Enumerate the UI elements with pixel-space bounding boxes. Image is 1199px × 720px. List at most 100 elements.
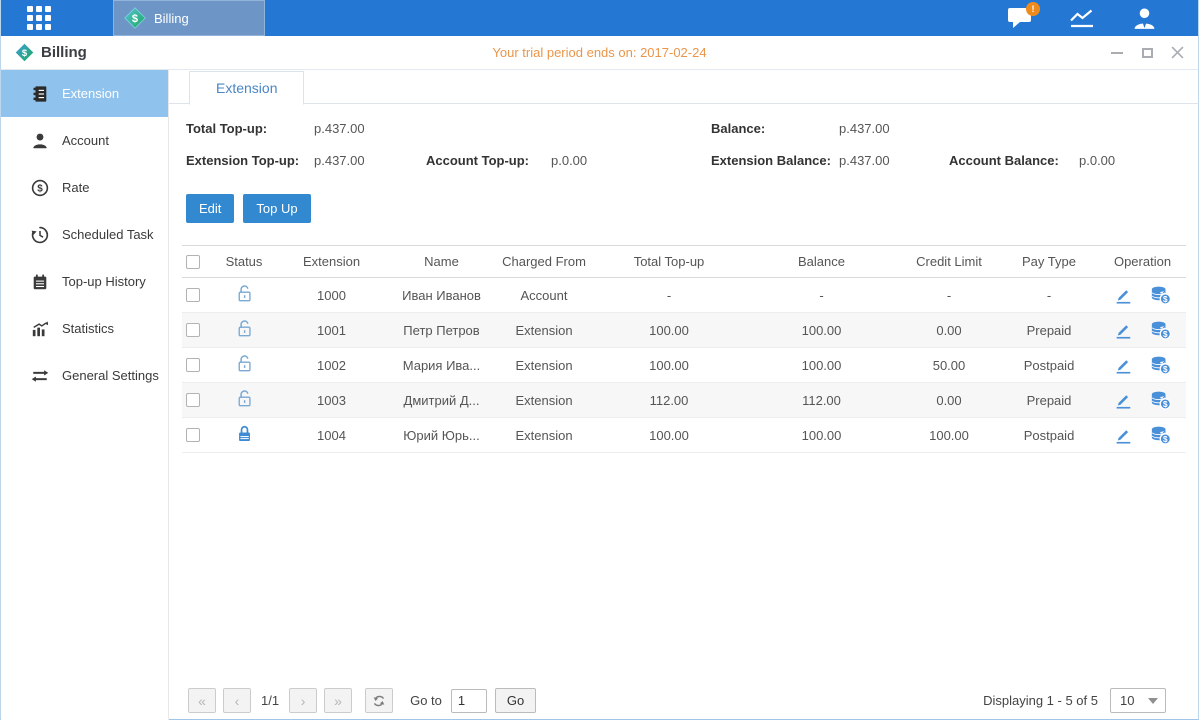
messages-icon[interactable]: ! bbox=[1006, 5, 1034, 31]
sidebar-item-general-settings[interactable]: General Settings bbox=[1, 352, 168, 399]
svg-text:$: $ bbox=[1163, 400, 1168, 409]
cell-pay-type: Postpaid bbox=[999, 358, 1099, 373]
operation-cell: $ bbox=[1099, 320, 1186, 340]
page-indicator: 1/1 bbox=[261, 693, 279, 708]
status-cell bbox=[214, 284, 274, 306]
locked-icon bbox=[236, 424, 253, 443]
window-title: Billing bbox=[41, 44, 87, 61]
cell-pay-type: Prepaid bbox=[999, 393, 1099, 408]
taskbar-right-icons: ! bbox=[1006, 0, 1158, 36]
row-checkbox[interactable] bbox=[186, 323, 200, 337]
row-checkbox[interactable] bbox=[186, 358, 200, 372]
topup-row-button[interactable]: $ bbox=[1149, 425, 1172, 445]
svg-text:$: $ bbox=[1163, 330, 1168, 339]
select-all-checkbox[interactable] bbox=[186, 255, 200, 269]
taskbar-billing-tab[interactable]: $ Billing bbox=[113, 0, 265, 36]
sidebar-item-label: Rate bbox=[62, 180, 89, 195]
balance-label: Balance: bbox=[711, 121, 839, 136]
cell-total-topup: - bbox=[594, 288, 744, 303]
page-size-select[interactable]: 10 bbox=[1110, 688, 1166, 713]
unlocked-icon bbox=[236, 284, 253, 303]
go-button[interactable]: Go bbox=[495, 688, 536, 713]
table-row[interactable]: 1003Дмитрий Д...Extension112.00112.000.0… bbox=[182, 383, 1186, 418]
sidebar-item-label: Statistics bbox=[62, 321, 114, 336]
sidebar-item-account[interactable]: Account bbox=[1, 117, 168, 164]
table-row[interactable]: 1000Иван ИвановAccount----$ bbox=[182, 278, 1186, 313]
cell-charged-from: Account bbox=[494, 288, 594, 303]
topup-row-button[interactable]: $ bbox=[1149, 355, 1172, 375]
goto-page-input[interactable] bbox=[451, 689, 487, 713]
sidebar-item-statistics[interactable]: Statistics bbox=[1, 305, 168, 352]
maximize-button[interactable] bbox=[1140, 46, 1154, 60]
unlocked-icon bbox=[236, 389, 253, 408]
cell-credit-limit: - bbox=[899, 288, 999, 303]
topup-icon: $ bbox=[1149, 285, 1172, 305]
total-topup-value: p.437.00 bbox=[314, 121, 426, 136]
edit-icon bbox=[1113, 320, 1133, 340]
sidebar-item-label: Top-up History bbox=[62, 274, 146, 289]
cell-extension: 1004 bbox=[274, 428, 389, 443]
topup-icon: $ bbox=[1149, 320, 1172, 340]
prev-page-button[interactable]: ‹ bbox=[223, 688, 251, 713]
cell-charged-from: Extension bbox=[494, 323, 594, 338]
operation-cell: $ bbox=[1099, 285, 1186, 305]
taskbar-tab-label: Billing bbox=[154, 11, 189, 26]
status-cell bbox=[214, 319, 274, 341]
resource-monitor-icon[interactable] bbox=[1068, 5, 1096, 31]
topup-history-icon bbox=[31, 273, 49, 291]
table-row[interactable]: 1004Юрий Юрь...Extension100.00100.00100.… bbox=[182, 418, 1186, 453]
topup-row-button[interactable]: $ bbox=[1149, 285, 1172, 305]
messages-badge: ! bbox=[1026, 2, 1040, 16]
cell-name: Петр Петров bbox=[389, 323, 494, 338]
user-icon[interactable] bbox=[1130, 5, 1158, 31]
topup-row-button[interactable]: $ bbox=[1149, 320, 1172, 340]
column-header: Balance bbox=[744, 254, 899, 269]
sidebar-item-rate[interactable]: $ Rate bbox=[1, 164, 168, 211]
next-page-button[interactable]: › bbox=[289, 688, 317, 713]
sidebar-item-extension[interactable]: Extension bbox=[1, 70, 168, 117]
refresh-button[interactable] bbox=[365, 688, 393, 713]
edit-row-button[interactable] bbox=[1113, 285, 1133, 305]
goto-label: Go to bbox=[410, 693, 442, 708]
apps-grid-button[interactable] bbox=[1, 0, 77, 36]
extension-balance-value: p.437.00 bbox=[839, 153, 949, 168]
row-checkbox[interactable] bbox=[186, 428, 200, 442]
cell-extension: 1001 bbox=[274, 323, 389, 338]
tab-extension[interactable]: Extension bbox=[189, 71, 304, 105]
minimize-button[interactable] bbox=[1110, 46, 1124, 60]
table-row[interactable]: 1001Петр ПетровExtension100.00100.000.00… bbox=[182, 313, 1186, 348]
cell-extension: 1003 bbox=[274, 393, 389, 408]
topup-row-button[interactable]: $ bbox=[1149, 390, 1172, 410]
cell-name: Иван Иванов bbox=[389, 288, 494, 303]
edit-row-button[interactable] bbox=[1113, 425, 1133, 445]
first-page-button[interactable]: « bbox=[188, 688, 216, 713]
topup-icon: $ bbox=[1149, 355, 1172, 375]
cell-extension: 1002 bbox=[274, 358, 389, 373]
edit-icon bbox=[1113, 425, 1133, 445]
apps-grid-icon bbox=[27, 6, 51, 30]
unlocked-icon bbox=[236, 354, 253, 373]
edit-row-button[interactable] bbox=[1113, 355, 1133, 375]
row-checkbox[interactable] bbox=[186, 393, 200, 407]
top-up-button[interactable]: Top Up bbox=[243, 194, 310, 223]
sidebar-item-scheduled-task[interactable]: Scheduled Task bbox=[1, 211, 168, 258]
row-checkbox[interactable] bbox=[186, 288, 200, 302]
close-button[interactable] bbox=[1170, 46, 1184, 60]
cell-pay-type: - bbox=[999, 288, 1099, 303]
topup-icon: $ bbox=[1149, 390, 1172, 410]
svg-text:$: $ bbox=[132, 13, 138, 25]
sidebar-item-label: Scheduled Task bbox=[62, 227, 154, 242]
cell-credit-limit: 50.00 bbox=[899, 358, 999, 373]
topup-icon: $ bbox=[1149, 425, 1172, 445]
edit-row-button[interactable] bbox=[1113, 390, 1133, 410]
cell-charged-from: Extension bbox=[494, 393, 594, 408]
edit-row-button[interactable] bbox=[1113, 320, 1133, 340]
table-row[interactable]: 1002Мария Ива...Extension100.00100.0050.… bbox=[182, 348, 1186, 383]
column-header: Pay Type bbox=[999, 254, 1099, 269]
cell-credit-limit: 100.00 bbox=[899, 428, 999, 443]
sidebar-item-topup-history[interactable]: Top-up History bbox=[1, 258, 168, 305]
last-page-button[interactable]: » bbox=[324, 688, 352, 713]
cell-name: Дмитрий Д... bbox=[389, 393, 494, 408]
edit-button[interactable]: Edit bbox=[186, 194, 234, 223]
cell-balance: 100.00 bbox=[744, 323, 899, 338]
